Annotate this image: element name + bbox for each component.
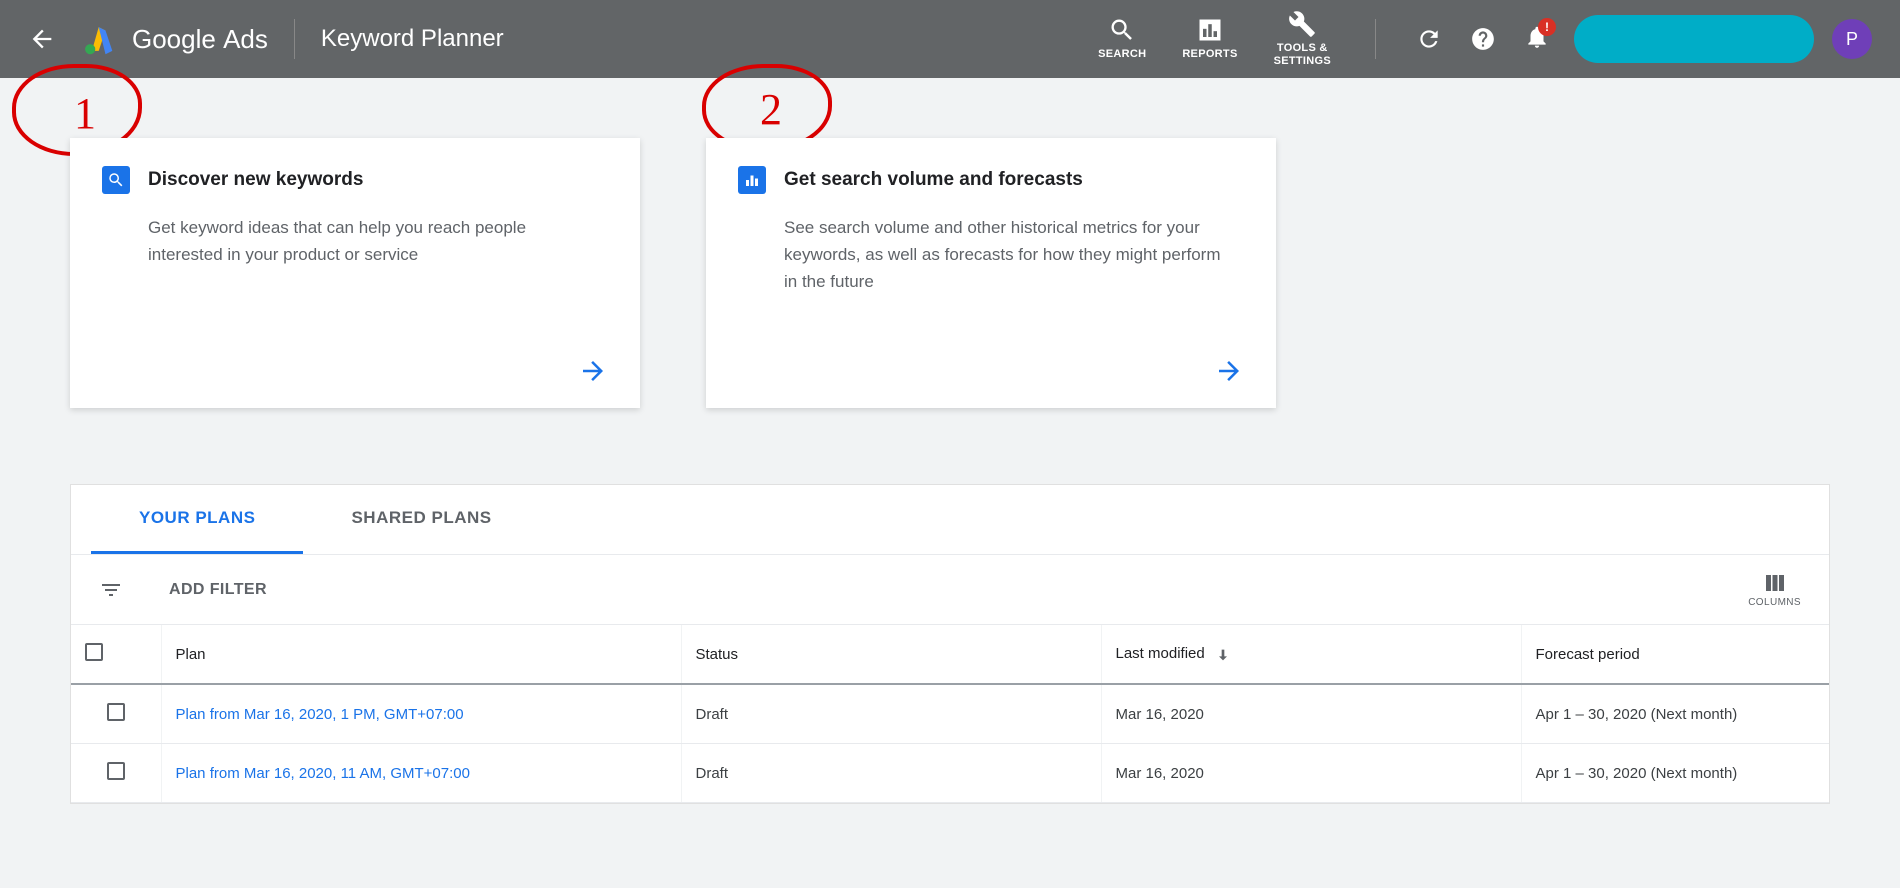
search-action[interactable]: SEARCH bbox=[1098, 16, 1146, 61]
columns-button[interactable]: COLUMNS bbox=[1748, 571, 1801, 608]
annotation-2: 2 bbox=[720, 78, 742, 129]
add-filter-button[interactable]: ADD FILTER bbox=[169, 581, 267, 599]
cell-forecast: Apr 1 – 30, 2020 (Next month) bbox=[1521, 684, 1829, 744]
plans-panel: YOUR PLANS SHARED PLANS ADD FILTER COLUM… bbox=[70, 484, 1830, 804]
reports-action[interactable]: REPORTS bbox=[1182, 16, 1237, 61]
brand-title: Google Ads bbox=[132, 24, 268, 55]
account-redacted bbox=[1574, 15, 1814, 63]
row-checkbox[interactable] bbox=[107, 703, 125, 721]
table-row: Plan from Mar 16, 2020, 11 AM, GMT+07:00… bbox=[71, 744, 1829, 803]
cell-modified: Mar 16, 2020 bbox=[1101, 684, 1521, 744]
card-desc: Get keyword ideas that can help you reac… bbox=[148, 214, 598, 268]
alert-badge: ! bbox=[1538, 18, 1556, 36]
arrow-right-icon bbox=[578, 356, 608, 386]
cell-forecast: Apr 1 – 30, 2020 (Next month) bbox=[1521, 744, 1829, 803]
columns-label: COLUMNS bbox=[1748, 597, 1801, 608]
sort-desc-icon bbox=[1215, 647, 1231, 663]
col-last-modified[interactable]: Last modified bbox=[1101, 625, 1521, 684]
col-forecast[interactable]: Forecast period bbox=[1521, 625, 1829, 684]
refresh-icon[interactable] bbox=[1416, 26, 1442, 52]
discover-keywords-card[interactable]: Discover new keywords Get keyword ideas … bbox=[70, 138, 640, 408]
page-title: Keyword Planner bbox=[321, 25, 504, 53]
cell-status: Draft bbox=[681, 684, 1101, 744]
plans-table: Plan Status Last modified Forecast perio… bbox=[71, 625, 1829, 803]
reports-icon bbox=[1196, 16, 1224, 44]
tools-label: TOOLS & SETTINGS bbox=[1274, 42, 1331, 68]
brand-word-1: Google bbox=[132, 24, 216, 54]
notifications-button[interactable]: ! bbox=[1524, 24, 1550, 55]
divider bbox=[1375, 19, 1376, 59]
funnel-icon[interactable] bbox=[99, 578, 123, 602]
avatar[interactable]: P bbox=[1832, 19, 1872, 59]
select-all-checkbox[interactable] bbox=[85, 643, 103, 661]
arrow-right-icon bbox=[1214, 356, 1244, 386]
tab-shared-plans[interactable]: SHARED PLANS bbox=[303, 485, 539, 554]
card-title: Get search volume and forecasts bbox=[784, 169, 1083, 191]
col-status[interactable]: Status bbox=[681, 625, 1101, 684]
plans-tabs: YOUR PLANS SHARED PLANS bbox=[71, 485, 1829, 555]
table-row: Plan from Mar 16, 2020, 1 PM, GMT+07:00 … bbox=[71, 684, 1829, 744]
columns-icon bbox=[1763, 571, 1787, 595]
tools-action[interactable]: TOOLS & SETTINGS bbox=[1274, 10, 1331, 68]
bar-chart-icon bbox=[738, 166, 766, 194]
cards-row: Discover new keywords Get keyword ideas … bbox=[0, 78, 1900, 408]
table-header-row: Plan Status Last modified Forecast perio… bbox=[71, 625, 1829, 684]
cell-modified: Mar 16, 2020 bbox=[1101, 744, 1521, 803]
plan-link[interactable]: Plan from Mar 16, 2020, 1 PM, GMT+07:00 bbox=[176, 706, 464, 723]
topbar: Google Ads Keyword Planner SEARCH REPORT… bbox=[0, 0, 1900, 78]
wrench-icon bbox=[1288, 10, 1316, 38]
magnifier-icon bbox=[102, 166, 130, 194]
brand-word-2: Ads bbox=[223, 24, 268, 54]
reports-label: REPORTS bbox=[1182, 48, 1237, 61]
plan-link[interactable]: Plan from Mar 16, 2020, 11 AM, GMT+07:00 bbox=[176, 765, 470, 782]
annotation-1: 1 bbox=[30, 78, 52, 129]
google-ads-logo-icon bbox=[80, 22, 114, 56]
forecast-card[interactable]: Get search volume and forecasts See sear… bbox=[706, 138, 1276, 408]
col-plan[interactable]: Plan bbox=[161, 625, 681, 684]
help-icon[interactable] bbox=[1470, 26, 1496, 52]
search-icon bbox=[1108, 16, 1136, 44]
card-desc: See search volume and other historical m… bbox=[784, 214, 1234, 296]
cell-status: Draft bbox=[681, 744, 1101, 803]
card-title: Discover new keywords bbox=[148, 169, 363, 191]
row-checkbox[interactable] bbox=[107, 762, 125, 780]
filter-bar: ADD FILTER COLUMNS bbox=[71, 555, 1829, 625]
tab-your-plans[interactable]: YOUR PLANS bbox=[91, 485, 303, 554]
search-label: SEARCH bbox=[1098, 48, 1146, 61]
back-arrow-icon[interactable] bbox=[28, 25, 56, 53]
divider bbox=[294, 19, 295, 59]
